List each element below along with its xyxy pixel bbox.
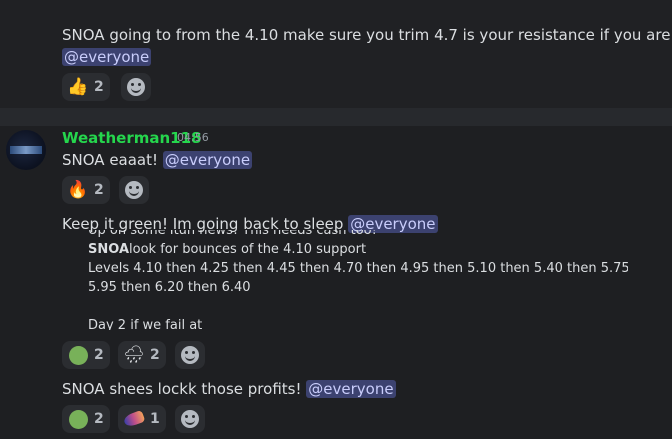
message-text: SNOA shees lockk those profits! @everyon… (62, 378, 396, 400)
smile-icon (127, 78, 145, 96)
reaction-count: 2 (94, 347, 104, 363)
add-reaction-button[interactable] (121, 73, 151, 101)
green-circle-icon (68, 409, 88, 429)
add-reaction-button[interactable] (175, 405, 205, 433)
green-circle-icon (68, 345, 88, 365)
embed-line: Up on some Itun news! This needs cash to… (88, 230, 377, 238)
smile-icon (181, 346, 199, 364)
message-text: SNOA eaaat! @everyone (62, 149, 253, 171)
comet-icon (122, 409, 146, 429)
smile-icon (181, 410, 199, 428)
reaction-count: 1 (150, 411, 160, 427)
reaction-green-circle[interactable]: 2 (62, 405, 110, 433)
smile-icon (125, 181, 143, 199)
embed-line: Day 2 if we fail at (88, 318, 203, 330)
reaction-comet[interactable]: 1 (118, 405, 166, 433)
message-body: SNOA eaaat! (62, 151, 159, 169)
mention-everyone[interactable]: @everyone (162, 151, 253, 169)
mention-everyone[interactable]: @everyone (306, 380, 396, 398)
reaction-count: 2 (94, 182, 104, 198)
timestamp: 04:56 (177, 131, 209, 144)
reaction-green-circle[interactable]: 2 (62, 341, 110, 369)
thumbs-up-icon: 👍 (67, 77, 89, 97)
reaction-thumbs-up[interactable]: 👍 2 (62, 73, 110, 101)
reaction-count: 2 (94, 79, 104, 95)
mention-everyone[interactable]: @everyone (62, 48, 152, 66)
embed-line: 5.95 then 6.20 then 6.40 (88, 280, 251, 295)
message-body: SNOA going to from the 4.10 make sure yo… (62, 26, 672, 44)
message-text-line2: @everyone (62, 46, 152, 68)
avatar[interactable] (6, 130, 46, 170)
quoted-embed: Up on some Itun news! This needs cash to… (88, 230, 628, 330)
embed-ticker: SNOA (88, 242, 130, 257)
embed-line: SNOAlook for bounces of the 4.10 support (88, 240, 628, 259)
reaction-fire[interactable]: 🔥 2 (62, 176, 110, 204)
message-divider (0, 108, 672, 126)
add-reaction-button[interactable] (119, 176, 149, 204)
embed-line: Levels 4.10 then 4.25 then 4.45 then 4.7… (88, 261, 628, 276)
add-reaction-button[interactable] (175, 341, 205, 369)
message-text: SNOA going to from the 4.10 make sure yo… (62, 24, 672, 46)
reaction-count: 2 (150, 347, 160, 363)
rain-cloud-icon: 🌧 (123, 345, 145, 365)
reaction-count: 2 (94, 411, 104, 427)
embed-line-text: look for bounces of the 4.10 support (129, 242, 367, 257)
message-body: SNOA shees lockk those profits! (62, 380, 302, 398)
reaction-rain-cloud[interactable]: 🌧 2 (118, 341, 166, 369)
fire-icon: 🔥 (67, 180, 89, 200)
